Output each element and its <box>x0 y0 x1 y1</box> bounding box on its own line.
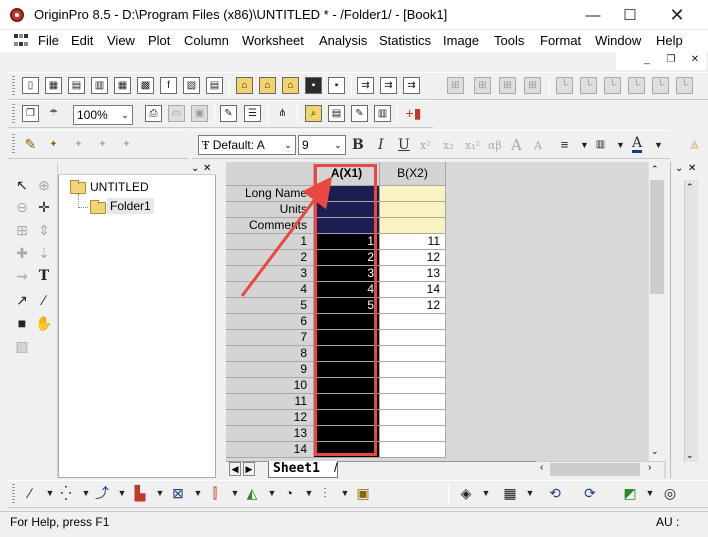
annotation-arrow-icon <box>240 176 333 297</box>
